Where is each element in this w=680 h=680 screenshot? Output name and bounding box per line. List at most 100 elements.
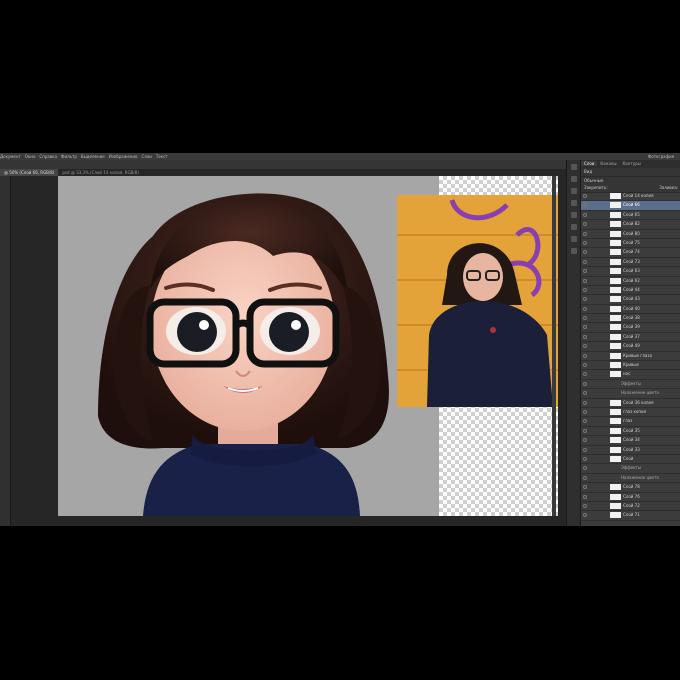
visibility-eye-icon[interactable] <box>583 503 587 508</box>
visibility-eye-icon[interactable] <box>583 325 587 330</box>
document-tab[interactable]: psd @ 33,3% (Слой 14 копия, RGB/8) <box>58 169 142 176</box>
character-icon[interactable] <box>571 236 577 242</box>
menu-item[interactable]: Документ <box>0 154 21 159</box>
layer-row[interactable]: Слой 49 <box>581 342 680 352</box>
toolbox[interactable] <box>0 176 11 526</box>
visibility-eye-icon[interactable] <box>583 240 587 245</box>
layer-row[interactable]: Слой 35 <box>581 427 680 437</box>
layer-row[interactable]: Слой <box>581 455 680 465</box>
visibility-eye-icon[interactable] <box>583 381 587 386</box>
visibility-eye-icon[interactable] <box>583 513 587 518</box>
layer-row[interactable]: Наложение цвета <box>581 474 680 484</box>
layer-row[interactable]: Слой 36 копия <box>581 399 680 408</box>
layer-row[interactable]: Слой 80 <box>581 230 680 239</box>
layer-row[interactable]: Слой 39 <box>581 323 680 333</box>
layer-row[interactable]: Слой 82 <box>581 220 680 230</box>
visibility-eye-icon[interactable] <box>583 353 587 358</box>
layer-row[interactable]: глаз <box>581 417 680 427</box>
panel-tab[interactable]: Контуры <box>619 161 643 166</box>
layer-row[interactable]: Слой 34 <box>581 436 680 446</box>
layer-row[interactable]: Слой 66 <box>581 201 680 211</box>
visibility-eye-icon[interactable] <box>583 409 587 414</box>
visibility-eye-icon[interactable] <box>583 269 587 274</box>
properties-icon[interactable] <box>571 176 577 182</box>
visibility-eye-icon[interactable] <box>583 363 587 368</box>
canvas-scrollbar[interactable] <box>552 176 556 516</box>
blend-mode-select[interactable]: Обычные <box>584 178 603 183</box>
menu-item[interactable]: Изображение <box>109 154 138 159</box>
layer-row[interactable]: Слой 72 <box>581 502 680 512</box>
paragraph-icon[interactable] <box>571 248 577 254</box>
document-tab[interactable]: @ 50% (Слой 66, RGB/8) <box>0 169 59 176</box>
layer-row[interactable]: Кривые глаза <box>581 352 680 362</box>
layer-row[interactable]: Слой 76 <box>581 493 680 502</box>
layer-row[interactable]: Слой 63 <box>581 267 680 277</box>
visibility-eye-icon[interactable] <box>583 306 587 311</box>
layer-row[interactable]: нос <box>581 370 680 380</box>
layer-row[interactable]: Эффекты <box>581 464 680 474</box>
kind-filter[interactable]: Вид <box>584 169 592 174</box>
visibility-eye-icon[interactable] <box>583 297 587 302</box>
visibility-eye-icon[interactable] <box>583 475 587 480</box>
visibility-eye-icon[interactable] <box>583 344 587 349</box>
visibility-eye-icon[interactable] <box>583 222 587 227</box>
layer-name: Слой 78 <box>623 484 640 490</box>
visibility-eye-icon[interactable] <box>583 447 587 452</box>
info-icon[interactable] <box>571 224 577 230</box>
workspace-label[interactable]: Фотография <box>648 153 674 160</box>
visibility-eye-icon[interactable] <box>583 250 587 255</box>
menu-item[interactable]: Окно <box>25 154 36 159</box>
layer-row[interactable]: Кривые <box>581 361 680 371</box>
adjustments-icon[interactable] <box>571 212 577 218</box>
layer-row[interactable]: Слой 40 <box>581 305 680 315</box>
visibility-eye-icon[interactable] <box>583 456 587 461</box>
layer-row[interactable]: Слой 44 <box>581 286 680 296</box>
menu-item[interactable]: Справка <box>39 154 57 159</box>
layer-row[interactable]: глаз копия <box>581 408 680 418</box>
layer-row[interactable]: Слой 14 копия <box>581 192 680 202</box>
menu-item[interactable]: Текст <box>156 154 168 159</box>
layer-row[interactable]: Слой 74 <box>581 248 680 258</box>
visibility-eye-icon[interactable] <box>583 259 587 264</box>
visibility-eye-icon[interactable] <box>583 212 587 217</box>
visibility-eye-icon[interactable] <box>583 428 587 433</box>
history-icon[interactable] <box>571 164 577 170</box>
visibility-eye-icon[interactable] <box>583 194 587 198</box>
layer-row[interactable]: Слой 71 <box>581 511 680 521</box>
menu-item[interactable]: Фильтр <box>61 154 77 159</box>
layer-row[interactable]: Наложение цвета <box>581 389 680 399</box>
visibility-eye-icon[interactable] <box>583 231 587 236</box>
visibility-eye-icon[interactable] <box>583 287 587 292</box>
layer-row[interactable]: Слой 73 <box>581 258 680 268</box>
layer-row[interactable]: Слой 38 <box>581 314 680 324</box>
swatches-icon[interactable] <box>571 188 577 194</box>
layer-row[interactable]: Слой 62 <box>581 277 680 286</box>
layer-name: Слой 38 <box>623 315 640 321</box>
visibility-eye-icon[interactable] <box>583 203 587 208</box>
visibility-eye-icon[interactable] <box>583 334 587 339</box>
visibility-eye-icon[interactable] <box>583 466 587 471</box>
layer-row[interactable]: Слой 37 <box>581 333 680 343</box>
visibility-eye-icon[interactable] <box>583 391 587 396</box>
visibility-eye-icon[interactable] <box>583 485 587 490</box>
panel-tab[interactable]: Каналы <box>597 161 619 166</box>
brush-icon[interactable] <box>571 200 577 206</box>
visibility-eye-icon[interactable] <box>583 438 587 443</box>
visibility-eye-icon[interactable] <box>583 400 587 405</box>
document-canvas[interactable] <box>58 176 558 516</box>
layer-row[interactable]: Слой 33 <box>581 446 680 455</box>
visibility-eye-icon[interactable] <box>583 316 587 321</box>
layer-row[interactable]: Слой 75 <box>581 239 680 249</box>
menu-item[interactable]: Слои <box>141 154 151 159</box>
layer-row[interactable]: Слой 43 <box>581 295 680 305</box>
layer-filter-row[interactable]: Вид <box>581 168 680 177</box>
menu-item[interactable]: Выделение <box>81 154 105 159</box>
visibility-eye-icon[interactable] <box>583 494 587 499</box>
visibility-eye-icon[interactable] <box>583 372 587 377</box>
visibility-eye-icon[interactable] <box>583 419 587 424</box>
layer-row[interactable]: Слой 65 <box>581 211 680 221</box>
layer-row[interactable]: Слой 78 <box>581 483 680 493</box>
layer-row[interactable]: Эффекты <box>581 380 680 390</box>
visibility-eye-icon[interactable] <box>583 278 587 283</box>
panel-tab[interactable]: Слои <box>581 161 598 166</box>
